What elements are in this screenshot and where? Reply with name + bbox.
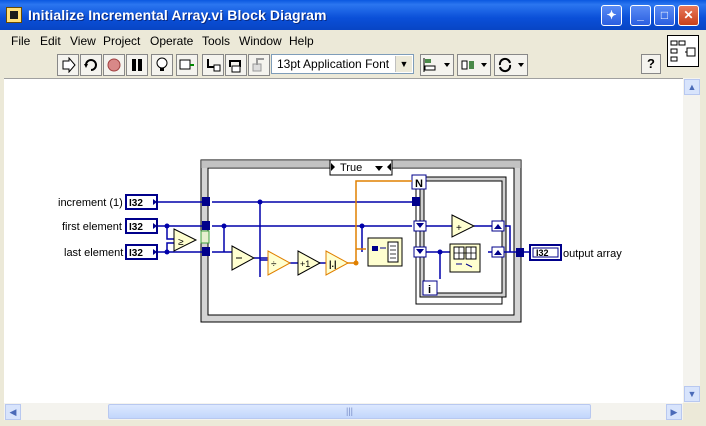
run-arrow-icon xyxy=(62,57,76,73)
close-button[interactable]: ✕ xyxy=(678,5,699,26)
highlight-execution-button[interactable] xyxy=(151,54,173,76)
initialize-array-node[interactable] xyxy=(367,237,403,267)
wire-junction xyxy=(164,223,170,229)
last-element-label: last element xyxy=(64,247,123,259)
step-over-button[interactable] xyxy=(225,54,247,76)
case-tunnel xyxy=(516,248,524,257)
probe-icon xyxy=(179,59,194,70)
output-array-indicator[interactable]: I32 xyxy=(529,244,562,261)
increment-control-terminal[interactable]: I32 xyxy=(125,194,158,210)
window-title: Initialize Incremental Array.vi Block Di… xyxy=(28,7,327,23)
loop-index-label: i xyxy=(428,284,431,296)
menu-view[interactable]: View xyxy=(70,34,96,48)
wire-junction xyxy=(221,223,227,229)
loop-count-label: N xyxy=(415,178,423,190)
case-selector[interactable]: True xyxy=(329,159,393,176)
greater-or-equal-node[interactable]: ≥ xyxy=(173,228,198,252)
wire-junction xyxy=(353,260,359,266)
menu-tools[interactable]: Tools xyxy=(202,34,230,48)
plus-one-icon: +1 xyxy=(300,259,310,269)
first-element-control-terminal[interactable]: I32 xyxy=(125,218,158,234)
scroll-up-icon[interactable]: ▲ xyxy=(684,79,700,95)
scroll-left-icon[interactable]: ◀ xyxy=(5,404,21,420)
align-objects-icon xyxy=(423,58,450,72)
pin-icon[interactable]: ✦ xyxy=(601,5,622,26)
menu-edit[interactable]: Edit xyxy=(40,34,61,48)
menu-help[interactable]: Help xyxy=(289,34,314,48)
menu-bar: File Edit View Project Operate Tools Win… xyxy=(0,30,706,52)
block-diagram: True N i I32 I32 I32 increment (1) first… xyxy=(58,159,622,323)
loop-tunnel xyxy=(412,197,420,206)
round-symbol-icon: |.| xyxy=(329,259,337,269)
wire-junction xyxy=(359,223,365,229)
menu-project[interactable]: Project xyxy=(103,34,140,48)
labview-app-icon xyxy=(6,7,22,23)
horizontal-scrollbar[interactable]: ◀ ||| ▶ xyxy=(4,403,683,420)
wire-junction xyxy=(164,249,170,255)
reorder-button[interactable] xyxy=(494,54,528,76)
distribute-objects-button[interactable] xyxy=(457,54,491,76)
pause-button[interactable] xyxy=(126,54,148,76)
maximize-button[interactable]: □ xyxy=(654,5,675,26)
font-select-value: 13pt Application Font xyxy=(277,57,390,71)
scroll-right-icon[interactable]: ▶ xyxy=(666,404,682,420)
menu-window[interactable]: Window xyxy=(239,34,282,48)
divide-symbol-icon: ÷ xyxy=(271,259,277,270)
wire-junction xyxy=(437,249,443,255)
run-continuously-button[interactable] xyxy=(80,54,102,76)
last-element-control-terminal[interactable]: I32 xyxy=(125,244,158,260)
step-out-icon xyxy=(252,58,264,72)
abort-button[interactable] xyxy=(103,54,125,76)
first-element-label: first element xyxy=(62,221,122,233)
case-selector-label: True xyxy=(340,162,362,174)
last-element-dtype-label: I32 xyxy=(129,248,143,259)
run-continuously-icon xyxy=(84,59,97,71)
ge-symbol-icon: ≥ xyxy=(178,237,184,248)
align-objects-button[interactable] xyxy=(420,54,454,76)
connector-pane-icon xyxy=(670,40,696,62)
increment-label: increment (1) xyxy=(58,197,123,209)
distribute-objects-icon xyxy=(461,60,487,70)
step-out-button[interactable] xyxy=(248,54,270,76)
output-dtype-label: I32 xyxy=(536,248,549,258)
minimize-button[interactable]: _ xyxy=(630,5,651,26)
stop-icon xyxy=(107,58,121,72)
scrollbar-corner xyxy=(683,403,700,420)
first-element-dtype-label: I32 xyxy=(129,222,143,233)
vertical-scrollbar[interactable]: ▲ ▼ xyxy=(683,78,700,403)
chevron-down-icon[interactable]: ▼ xyxy=(395,56,412,72)
case-selector-terminal xyxy=(200,230,210,244)
lightbulb-icon xyxy=(156,57,168,71)
step-into-icon xyxy=(207,59,221,72)
block-diagram-canvas[interactable]: True N i I32 I32 I32 increment (1) first… xyxy=(4,78,683,404)
plus-icon: + xyxy=(456,223,462,234)
scroll-down-icon[interactable]: ▼ xyxy=(684,386,700,402)
menu-operate[interactable]: Operate xyxy=(150,34,193,48)
case-tunnel xyxy=(202,221,210,230)
case-tunnel xyxy=(202,197,210,206)
font-select[interactable]: 13pt Application Font ▼ xyxy=(271,54,414,74)
increment-dtype-label: I32 xyxy=(129,198,143,209)
run-button[interactable] xyxy=(57,54,79,76)
step-into-button[interactable] xyxy=(202,54,224,76)
vi-connector-icon[interactable] xyxy=(667,35,699,67)
reorder-icon xyxy=(498,57,524,73)
output-array-label: output array xyxy=(563,248,622,260)
title-bar[interactable]: Initialize Incremental Array.vi Block Di… xyxy=(0,0,706,30)
pause-icon xyxy=(132,59,142,71)
wire-junction xyxy=(257,199,263,205)
context-help-button[interactable]: ? xyxy=(641,54,661,74)
horizontal-scroll-thumb[interactable]: ||| xyxy=(108,404,591,419)
step-over-icon xyxy=(229,60,241,73)
retain-wire-values-button[interactable] xyxy=(176,54,198,76)
case-tunnel xyxy=(202,247,210,256)
replace-array-subset-node[interactable] xyxy=(449,243,481,273)
menu-file[interactable]: File xyxy=(11,34,30,48)
